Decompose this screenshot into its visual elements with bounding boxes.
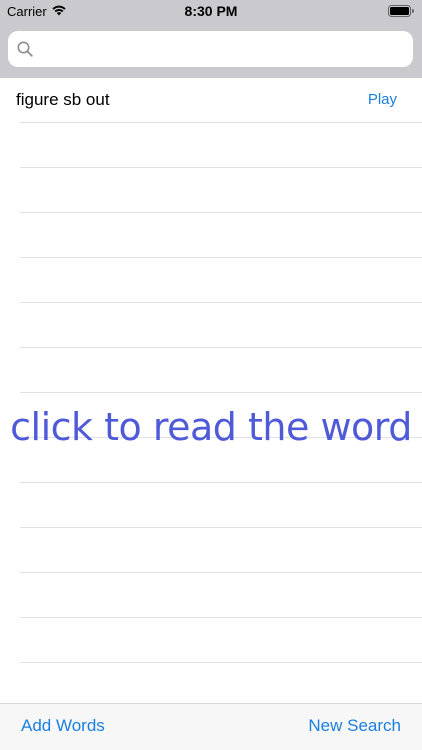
empty-row xyxy=(0,528,422,573)
bottom-toolbar: Add Words New Search xyxy=(0,703,422,750)
list-item[interactable]: figure sb out Play xyxy=(0,78,422,123)
empty-row xyxy=(0,573,422,618)
battery-icon xyxy=(388,5,414,17)
word-list: figure sb out Play xyxy=(0,78,422,708)
search-bar-container xyxy=(0,22,422,78)
empty-row xyxy=(0,168,422,213)
empty-row xyxy=(0,303,422,348)
play-button[interactable]: Play xyxy=(368,91,397,108)
empty-row xyxy=(0,618,422,663)
search-input[interactable] xyxy=(40,31,400,67)
empty-row xyxy=(0,258,422,303)
search-field[interactable] xyxy=(8,31,413,67)
status-bar: Carrier 8:30 PM xyxy=(0,0,422,22)
status-time: 8:30 PM xyxy=(184,3,238,19)
word-label: figure sb out xyxy=(16,90,110,109)
empty-row xyxy=(0,663,422,708)
promo-caption: click to read the word xyxy=(10,405,412,449)
add-words-button[interactable]: Add Words xyxy=(21,716,105,736)
empty-row xyxy=(0,483,422,528)
empty-row xyxy=(0,123,422,168)
search-icon xyxy=(17,41,33,57)
empty-row xyxy=(0,213,422,258)
empty-row xyxy=(0,348,422,393)
new-search-button[interactable]: New Search xyxy=(308,716,401,736)
